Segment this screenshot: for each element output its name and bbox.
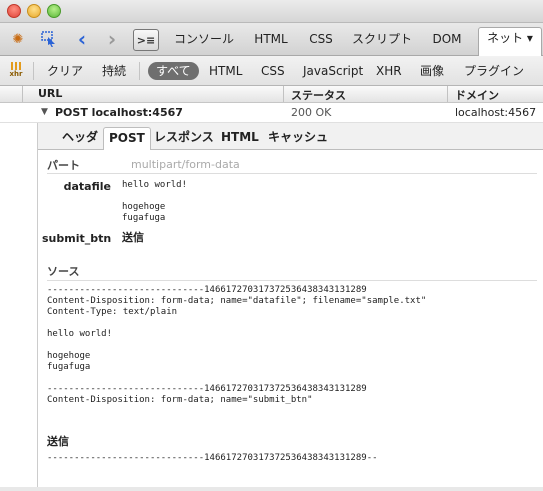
column-status[interactable]: ステータス	[291, 87, 346, 103]
column-divider	[22, 86, 23, 102]
source-submit-value: 送信	[47, 435, 69, 448]
persist-button[interactable]: 持続	[102, 63, 126, 79]
filter-plugins[interactable]: プラグイン	[464, 63, 524, 79]
source-boundary-end: -----------------------------14661727031…	[47, 453, 378, 463]
request-status: 200 OK	[291, 106, 332, 119]
tab-cache[interactable]: キャッシュ	[268, 129, 328, 149]
horizontal-scrollbar[interactable]	[0, 487, 543, 491]
source-text: -----------------------------14661727031…	[47, 285, 427, 405]
back-icon[interactable]: ‹	[74, 27, 90, 51]
param-value: 送信	[122, 231, 144, 244]
post-content: パート multipart/form-data datafile hello w…	[38, 150, 543, 491]
column-divider	[447, 86, 448, 102]
tab-css[interactable]: CSS	[302, 29, 340, 55]
request-domain: localhost:4567	[455, 106, 537, 119]
column-divider	[283, 86, 284, 102]
tab-detail-html[interactable]: HTML	[221, 129, 259, 149]
tab-script[interactable]: スクリプト	[346, 29, 418, 55]
request-row[interactable]: ▼ POST localhost:4567 200 OK localhost:4…	[0, 103, 543, 123]
clear-button[interactable]: クリア	[47, 63, 83, 79]
firebug-icon[interactable]: ✺	[8, 30, 28, 48]
param-name: datafile	[63, 180, 111, 193]
console-toggle-icon[interactable]: >≡	[133, 29, 159, 51]
param-value: hello world! hogehoge fugafuga	[122, 180, 188, 223]
inspect-icon[interactable]	[40, 30, 58, 48]
column-url[interactable]: URL	[38, 87, 62, 100]
filter-xhr[interactable]: XHR	[376, 63, 402, 79]
request-detail-panel: ヘッダ POST レスポンス HTML キャッシュ パート multipart/…	[37, 123, 543, 491]
divider	[47, 280, 537, 281]
filter-images[interactable]: 画像	[420, 63, 444, 79]
tab-dom[interactable]: DOM	[424, 29, 470, 55]
divider	[47, 173, 537, 174]
net-filter-bar: xhr クリア 持続 すべて HTML CSS JavaScript XHR 画…	[0, 56, 543, 86]
parts-type: multipart/form-data	[131, 158, 240, 171]
window-titlebar	[0, 0, 543, 23]
expanded-triangle-icon[interactable]: ▼	[41, 107, 48, 117]
tab-net[interactable]: ネット ▾	[478, 27, 542, 56]
forward-icon[interactable]: ›	[104, 27, 120, 51]
net-column-header: URL ステータス ドメイン	[0, 86, 543, 103]
tab-console[interactable]: コンソール	[168, 29, 240, 55]
divider	[33, 62, 34, 80]
tab-response[interactable]: レスポンス	[154, 129, 214, 149]
filter-html[interactable]: HTML	[209, 63, 242, 79]
zoom-window-button[interactable]	[47, 4, 61, 18]
detail-tabs: ヘッダ POST レスポンス HTML キャッシュ	[38, 123, 543, 151]
close-window-button[interactable]	[7, 4, 21, 18]
filter-javascript[interactable]: JavaScript	[303, 63, 363, 79]
tab-html[interactable]: HTML	[246, 29, 296, 55]
tab-post[interactable]: POST	[103, 127, 151, 151]
parts-label: パート	[47, 159, 80, 172]
request-url: POST localhost:4567	[55, 106, 183, 119]
column-domain[interactable]: ドメイン	[455, 87, 499, 103]
minimize-window-button[interactable]	[27, 4, 41, 18]
firebug-toolbar: ✺ ‹ › >≡ コンソール HTML CSS スクリプト DOM ネット ▾	[0, 23, 543, 56]
xhr-breakpoint-icon[interactable]: xhr	[8, 62, 24, 78]
source-label: ソース	[47, 265, 80, 278]
tab-headers[interactable]: ヘッダ	[62, 129, 98, 149]
filter-css[interactable]: CSS	[261, 63, 285, 79]
divider	[139, 62, 140, 80]
filter-all[interactable]: すべて	[148, 62, 199, 80]
param-name: submit_btn	[42, 232, 112, 245]
